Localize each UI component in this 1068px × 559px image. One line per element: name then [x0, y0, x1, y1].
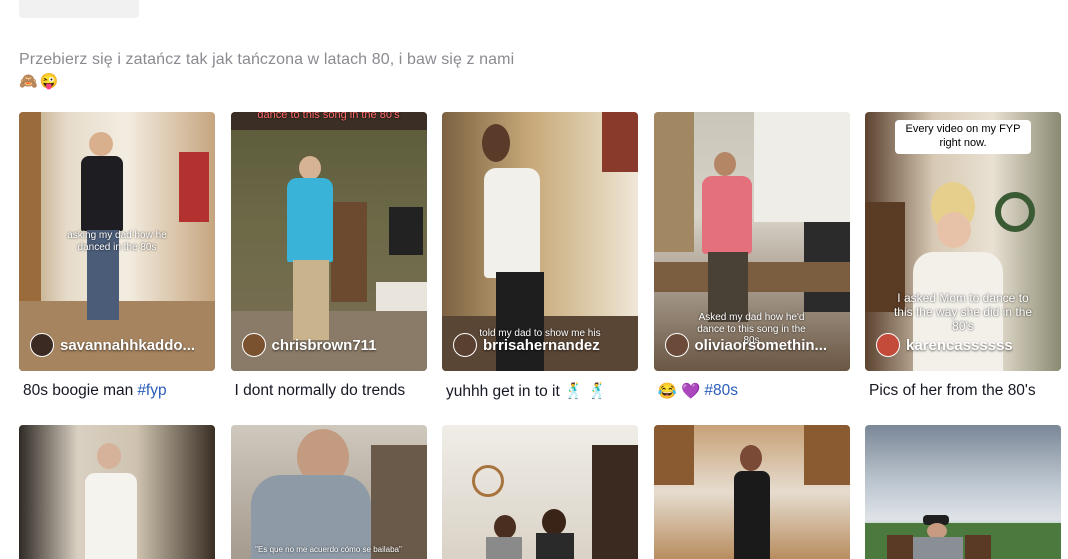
video-thumbnail[interactable]: Every video on my FYP right now. I asked…	[865, 112, 1061, 371]
description-emojis: 🙈 😜	[19, 72, 58, 90]
video-author[interactable]: oliviaorsomethin...	[664, 333, 842, 357]
video-author[interactable]: savannahhkaddo...	[30, 333, 207, 357]
caption-hashtag[interactable]: #fyp	[137, 382, 166, 400]
video-card[interactable]	[653, 425, 850, 559]
video-author[interactable]: brrisahernandez	[453, 333, 630, 357]
video-card[interactable]	[865, 425, 1061, 559]
video-thumbnail[interactable]: dance to this song in the 80's chrisbrow…	[230, 112, 427, 371]
author-username: chrisbrown711	[271, 336, 377, 354]
avatar	[876, 333, 900, 357]
video-card[interactable]	[19, 425, 215, 559]
video-thumbnail[interactable]: Asked my dad how he'd dance to this song…	[653, 112, 850, 371]
monkey-emoji: 🙈	[19, 73, 38, 90]
video-author[interactable]: chrisbrown711	[241, 333, 419, 357]
video-thumbnail[interactable]	[865, 425, 1061, 559]
author-username: savannahhkaddo...	[60, 336, 196, 354]
video-caption[interactable]: I dont normally do trends	[231, 371, 427, 411]
video-thumbnail[interactable]: told my dad to show me his brrisahernand…	[442, 112, 638, 371]
top-bar-remnant	[19, 0, 139, 18]
avatar	[241, 333, 266, 357]
hashtag-description: Przebierz się i zatańcz tak jak tańczona…	[19, 51, 515, 68]
author-username: oliviaorsomethin...	[694, 336, 828, 354]
video-card[interactable]: Asked my dad how he'd dance to this song…	[653, 112, 850, 411]
avatar	[664, 333, 689, 357]
video-overlay-text: "Es que no me acuerdo cómo se bailaba"	[255, 545, 402, 554]
author-username: brrisahernandez	[483, 336, 600, 354]
video-thumbnail[interactable]	[653, 425, 850, 559]
video-card[interactable]	[442, 425, 638, 559]
caption-text: yuhhh get in to it 🕺 🕺	[446, 382, 607, 400]
caption-text: 😂 💜	[657, 382, 701, 400]
video-overlay-text: dance to this song in the 80's	[257, 112, 400, 121]
video-overlay-pill: Every video on my FYP right now.	[895, 120, 1031, 154]
video-overlay-text: asking my dad how he danced in the 80s	[67, 230, 167, 253]
video-thumbnail[interactable]	[19, 425, 215, 559]
video-caption[interactable]: 😂 💜 #80s	[654, 371, 850, 411]
video-author[interactable]: karencassssss	[876, 333, 1053, 357]
video-card[interactable]: dance to this song in the 80's chrisbrow…	[230, 112, 427, 411]
video-card[interactable]: Every video on my FYP right now. I asked…	[865, 112, 1061, 411]
video-grid: asking my dad how he danced in the 80s s…	[19, 112, 1061, 559]
caption-text: I dont normally do trends	[234, 382, 406, 399]
caption-text: 80s boogie man	[23, 382, 134, 399]
wink-tongue-emoji: 😜	[39, 73, 59, 90]
video-caption[interactable]: yuhhh get in to it 🕺 🕺	[442, 371, 638, 411]
video-thumbnail[interactable]: asking my dad how he danced in the 80s s…	[19, 112, 215, 371]
caption-text: Pics of her from the 80's	[869, 382, 1036, 399]
video-caption[interactable]: Pics of her from the 80's	[865, 371, 1061, 411]
video-card[interactable]: told my dad to show me his brrisahernand…	[442, 112, 638, 411]
video-card[interactable]: "Es que no me acuerdo cómo se bailaba"	[230, 425, 427, 559]
author-username: karencassssss	[906, 336, 1013, 354]
avatar	[453, 333, 477, 357]
video-thumbnail[interactable]	[442, 425, 638, 559]
caption-hashtag[interactable]: #80s	[704, 382, 738, 400]
video-caption[interactable]: 80s boogie man #fyp	[19, 371, 215, 411]
avatar	[30, 333, 54, 357]
video-thumbnail[interactable]: "Es que no me acuerdo cómo se bailaba"	[230, 425, 427, 559]
video-overlay-text: I asked Mom to dance to this the way she…	[893, 291, 1033, 333]
video-card[interactable]: asking my dad how he danced in the 80s s…	[19, 112, 215, 411]
